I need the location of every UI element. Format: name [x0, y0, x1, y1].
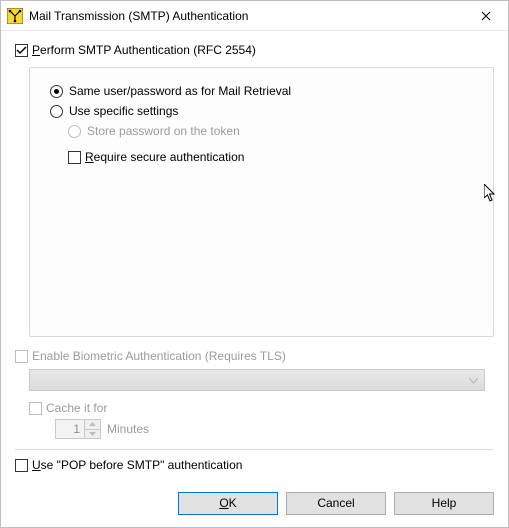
biometric-block: Enable Biometric Authentication (Require…: [15, 349, 494, 443]
radio-specific-label: Use specific settings: [69, 104, 178, 118]
chevron-down-icon: [89, 432, 96, 436]
cache-label: Cache it for: [46, 401, 107, 415]
close-icon: [481, 11, 491, 21]
cache-spinner-row: Minutes: [55, 419, 494, 439]
biometric-row: Enable Biometric Authentication (Require…: [15, 349, 494, 363]
help-button[interactable]: Help: [394, 492, 494, 515]
require-secure-label: Require secure authentication: [85, 150, 244, 164]
dialog-window: Mail Transmission (SMTP) Authentication …: [0, 0, 509, 528]
chevron-down-icon: [469, 373, 478, 387]
pop-before-smtp-row: Use "POP before SMTP" authentication: [15, 458, 494, 472]
perform-smtp-auth-label: Perform SMTP Authentication (RFC 2554): [32, 43, 256, 57]
dialog-content: Perform SMTP Authentication (RFC 2554) S…: [1, 31, 508, 492]
dialog-buttons: OK Cancel Help: [1, 492, 508, 527]
smtp-auth-group: Same user/password as for Mail Retrieval…: [29, 67, 494, 337]
chevron-up-icon: [89, 422, 96, 426]
pop-before-smtp-checkbox[interactable]: [15, 459, 28, 472]
cache-row: Cache it for: [29, 401, 494, 415]
biometric-label: Enable Biometric Authentication (Require…: [32, 349, 286, 363]
radio-same-user-label: Same user/password as for Mail Retrieval: [69, 84, 291, 98]
radio-same-user[interactable]: [50, 85, 63, 98]
spinner-up-button: [85, 420, 100, 429]
radio-specific-row: Use specific settings: [48, 104, 477, 118]
require-secure-checkbox[interactable]: [68, 151, 81, 164]
radio-store-token-row: Store password on the token: [48, 124, 477, 138]
perform-smtp-auth-checkbox[interactable]: [15, 44, 28, 57]
cache-unit-label: Minutes: [107, 422, 149, 436]
radio-same-user-row: Same user/password as for Mail Retrieval: [48, 84, 477, 98]
titlebar: Mail Transmission (SMTP) Authentication: [1, 1, 508, 31]
cache-checkbox: [29, 402, 42, 415]
spinner-down-button: [85, 429, 100, 439]
radio-store-token: [68, 125, 81, 138]
perform-smtp-auth-row: Perform SMTP Authentication (RFC 2554): [15, 43, 494, 57]
biometric-dropdown: [29, 369, 485, 391]
cache-minutes-spinner: [55, 419, 101, 439]
biometric-checkbox: [15, 350, 28, 363]
separator: [15, 449, 494, 450]
pop-before-smtp-label: Use "POP before SMTP" authentication: [32, 458, 242, 472]
radio-store-token-label: Store password on the token: [87, 124, 240, 138]
app-icon: [7, 8, 23, 24]
cache-minutes-input: [55, 419, 85, 439]
close-button[interactable]: [464, 1, 508, 30]
window-title: Mail Transmission (SMTP) Authentication: [29, 9, 464, 23]
checkmark-icon: [16, 45, 27, 56]
ok-button[interactable]: OK: [178, 492, 278, 515]
cancel-button[interactable]: Cancel: [286, 492, 386, 515]
require-secure-row: Require secure authentication: [48, 150, 477, 164]
radio-specific[interactable]: [50, 105, 63, 118]
